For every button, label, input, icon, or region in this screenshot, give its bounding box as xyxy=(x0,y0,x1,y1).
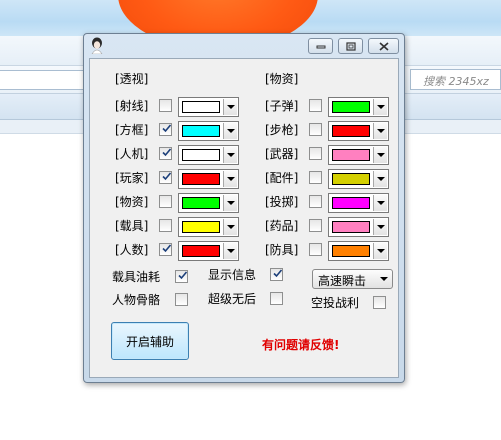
no-recoil-label: 超级无后 xyxy=(208,292,257,306)
item-row-color-select[interactable] xyxy=(328,169,389,189)
dialog-client-area: [透视] [物资] [射线] [方框] [人机] [玩家] [物资] [载具] [人数] [… xyxy=(89,58,399,378)
color-swatch xyxy=(332,101,370,113)
color-swatch xyxy=(332,197,370,209)
chevron-down-icon xyxy=(223,195,237,211)
feedback-text: 有问题请反馈! xyxy=(262,338,340,352)
esp-row-checkbox[interactable] xyxy=(159,147,172,160)
maximize-icon xyxy=(345,41,356,51)
esp-row-color-select[interactable] xyxy=(178,169,239,189)
esp-row-checkbox[interactable] xyxy=(159,195,172,208)
esp-row-label: [人机] xyxy=(115,147,149,161)
item-row-label: [武器] xyxy=(265,147,299,161)
close-button[interactable] xyxy=(368,38,399,54)
show-info-checkbox[interactable] xyxy=(270,268,283,281)
browser-url-field[interactable] xyxy=(0,70,88,90)
chevron-down-icon xyxy=(373,195,387,211)
item-row-color-select[interactable] xyxy=(328,145,389,165)
item-row-label: [子弹] xyxy=(265,99,299,113)
no-recoil-checkbox[interactable] xyxy=(270,292,283,305)
esp-row-checkbox[interactable] xyxy=(159,123,172,136)
chevron-down-icon xyxy=(380,277,388,281)
esp-row-label: [玩家] xyxy=(115,171,149,185)
color-swatch xyxy=(182,149,220,161)
color-swatch xyxy=(182,221,220,233)
vehicle-fuel-label: 载具油耗 xyxy=(112,270,161,284)
color-swatch xyxy=(182,101,220,113)
item-row-checkbox[interactable] xyxy=(309,99,322,112)
esp-row-checkbox[interactable] xyxy=(159,171,172,184)
esp-row-label: [物资] xyxy=(115,195,149,209)
color-swatch xyxy=(332,149,370,161)
item-row-checkbox[interactable] xyxy=(309,147,322,160)
start-assist-button[interactable]: 开启辅助 xyxy=(111,322,189,360)
esp-row-color-select[interactable] xyxy=(178,217,239,237)
item-row-label: [投掷] xyxy=(265,195,299,209)
esp-row-label: [人数] xyxy=(115,243,149,257)
esp-row-color-select[interactable] xyxy=(178,145,239,165)
mode-select-value: 高速瞬击 xyxy=(318,274,367,288)
color-swatch xyxy=(182,245,220,257)
esp-row-label: [射线] xyxy=(115,99,149,113)
chevron-down-icon xyxy=(223,219,237,235)
esp-row-color-select[interactable] xyxy=(178,241,239,261)
color-swatch xyxy=(182,173,220,185)
esp-row-label: [载具] xyxy=(115,219,149,233)
esp-row-label: [方框] xyxy=(115,123,149,137)
minimize-button[interactable] xyxy=(308,38,333,54)
item-row-checkbox[interactable] xyxy=(309,123,322,136)
browser-search-input[interactable]: 搜索 2345xz xyxy=(410,69,501,90)
app-icon xyxy=(91,37,103,54)
color-swatch xyxy=(182,197,220,209)
item-row-label: [步枪] xyxy=(265,123,299,137)
color-swatch xyxy=(332,245,370,257)
chevron-down-icon xyxy=(223,99,237,115)
color-swatch xyxy=(332,173,370,185)
dialog-titlebar[interactable] xyxy=(84,34,404,58)
esp-row-color-select[interactable] xyxy=(178,97,239,117)
chevron-down-icon xyxy=(373,243,387,259)
close-icon xyxy=(378,41,389,51)
airdrop-checkbox[interactable] xyxy=(373,296,386,309)
item-row-color-select[interactable] xyxy=(328,193,389,213)
maximize-button[interactable] xyxy=(338,38,363,54)
esp-row-checkbox[interactable] xyxy=(159,243,172,256)
vehicle-fuel-checkbox[interactable] xyxy=(175,270,188,283)
minimize-icon xyxy=(316,45,325,49)
item-row-color-select[interactable] xyxy=(328,241,389,261)
item-row-checkbox[interactable] xyxy=(309,243,322,256)
chevron-down-icon xyxy=(373,171,387,187)
color-swatch xyxy=(182,125,220,137)
item-row-color-select[interactable] xyxy=(328,97,389,117)
color-swatch xyxy=(332,221,370,233)
chevron-down-icon xyxy=(223,243,237,259)
items-section-title: [物资] xyxy=(265,72,299,86)
show-info-label: 显示信息 xyxy=(208,268,257,282)
item-row-checkbox[interactable] xyxy=(309,171,322,184)
item-row-color-select[interactable] xyxy=(328,121,389,141)
item-row-label: [配件] xyxy=(265,171,299,185)
item-row-label: [药品] xyxy=(265,219,299,233)
mode-select[interactable]: 高速瞬击 xyxy=(312,269,393,289)
skeleton-label: 人物骨骼 xyxy=(112,293,161,307)
chevron-down-icon xyxy=(223,171,237,187)
item-row-label: [防具] xyxy=(265,243,299,257)
esp-row-color-select[interactable] xyxy=(178,193,239,213)
esp-row-checkbox[interactable] xyxy=(159,219,172,232)
chevron-down-icon xyxy=(373,123,387,139)
assist-dialog: [透视] [物资] [射线] [方框] [人机] [玩家] [物资] [载具] [人数] [… xyxy=(83,33,405,383)
airdrop-label: 空投战利 xyxy=(311,296,360,310)
item-row-color-select[interactable] xyxy=(328,217,389,237)
chevron-down-icon xyxy=(373,147,387,163)
esp-section-title: [透视] xyxy=(115,72,149,86)
color-swatch xyxy=(332,125,370,137)
esp-row-checkbox[interactable] xyxy=(159,99,172,112)
chevron-down-icon xyxy=(223,147,237,163)
chevron-down-icon xyxy=(373,219,387,235)
chevron-down-icon xyxy=(373,99,387,115)
item-row-checkbox[interactable] xyxy=(309,195,322,208)
chevron-down-icon xyxy=(223,123,237,139)
skeleton-checkbox[interactable] xyxy=(175,293,188,306)
esp-row-color-select[interactable] xyxy=(178,121,239,141)
item-row-checkbox[interactable] xyxy=(309,219,322,232)
